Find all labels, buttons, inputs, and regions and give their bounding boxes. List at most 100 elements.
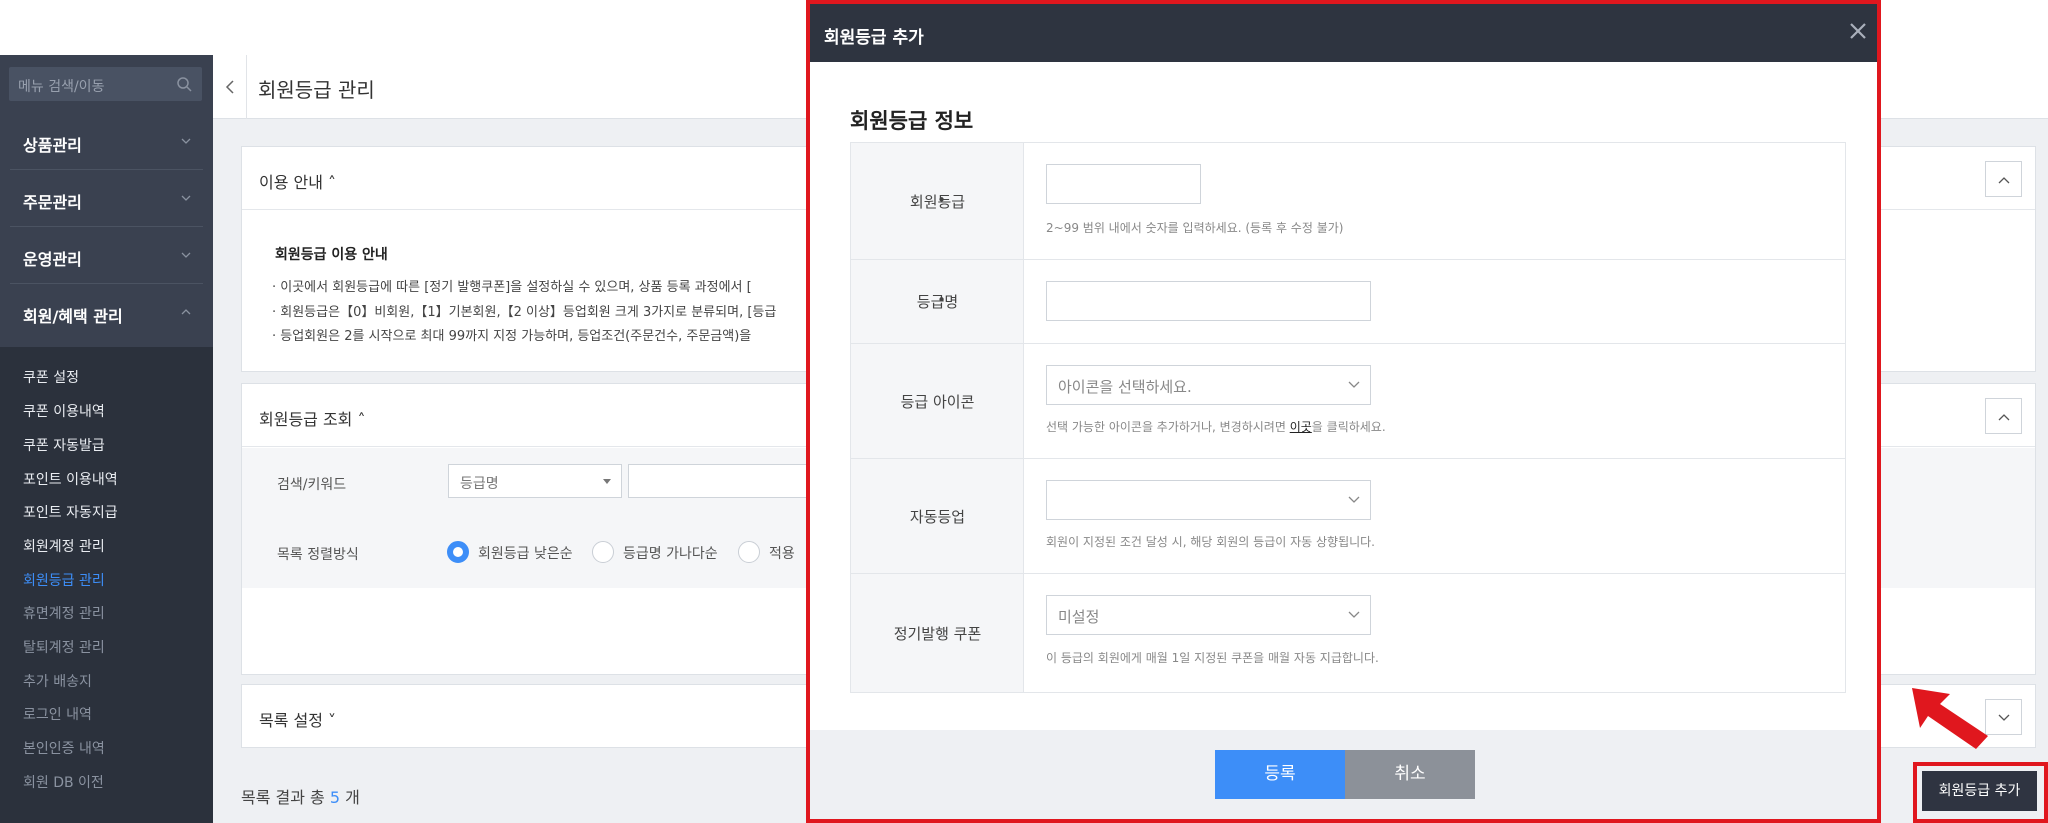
icon-label: 등급 아이콘 bbox=[900, 393, 975, 411]
modal-footer: 등록 취소 bbox=[810, 730, 1877, 819]
auto-upgrade-label: 자동등업 bbox=[909, 508, 966, 526]
sidebar-item-label: 상품관리 bbox=[23, 136, 82, 155]
grade-form: 회원등급 • 2~99 범위 내에서 숫자를 입력하세요. (등록 후 수정 불가… bbox=[850, 142, 1846, 693]
sidebar-item-label: 운영관리 bbox=[23, 250, 82, 269]
keyword-input[interactable] bbox=[628, 464, 808, 498]
modal-title: 회원등급 추가 bbox=[824, 28, 924, 48]
modal-header: 회원등급 추가 bbox=[810, 4, 1877, 62]
sidebar-subitem-coupon-history[interactable]: 쿠폰 이용내역 bbox=[23, 401, 105, 421]
icon-help-after: 을 클릭하세요. bbox=[1311, 420, 1386, 434]
auto-upgrade-select[interactable] bbox=[1046, 480, 1371, 520]
form-label-cell: 정기발행 쿠폰 bbox=[851, 574, 1024, 692]
guide-line: · 회원등급은【0】비회원,【1】기본회원,【2 이상】등업회원 크게 3가지로… bbox=[272, 305, 777, 320]
required-mark: • bbox=[937, 191, 946, 209]
list-settings-title: 목록 설정 ˅ bbox=[259, 711, 337, 730]
register-button[interactable]: 등록 bbox=[1215, 750, 1345, 799]
form-row-name: 등급명 • bbox=[851, 260, 1845, 344]
sidebar-item-members[interactable]: 회원/혜택 관리 bbox=[10, 284, 203, 341]
sidebar-subitem-coupon-auto[interactable]: 쿠폰 자동발급 bbox=[23, 435, 105, 455]
list-settings-toggle-button[interactable] bbox=[1985, 699, 2022, 735]
chevron-down-icon bbox=[181, 138, 191, 144]
sort-label: 목록 정렬방식 bbox=[277, 547, 359, 563]
keyword-label: 검색/키워드 bbox=[277, 477, 347, 493]
search-panel-toggle-button[interactable] bbox=[1985, 398, 2022, 434]
sidebar-item-label: 회원/혜택 관리 bbox=[23, 307, 123, 326]
coupon-select-value: 미설정 bbox=[1058, 608, 1100, 626]
sidebar-subitem-point-history[interactable]: 포인트 이용내역 bbox=[23, 469, 118, 489]
chevron-up-icon bbox=[181, 309, 191, 315]
sidebar: 메뉴 검색/이동 상품관리 주문관리 운영관리 회원/혜택 관리 쿠폰 설정 쿠… bbox=[0, 55, 213, 823]
sidebar-submenu: 쿠폰 설정 쿠폰 이용내역 쿠폰 자동발급 포인트 이용내역 포인트 자동지급 … bbox=[0, 347, 213, 823]
chevron-down-icon bbox=[1998, 714, 2010, 721]
sidebar-subitem-login-history[interactable]: 로그인 내역 bbox=[23, 704, 92, 724]
sidebar-subitem-extra-address[interactable]: 추가 배송지 bbox=[23, 671, 92, 691]
sidebar-subitem-member-accounts[interactable]: 회원계정 관리 bbox=[23, 536, 105, 556]
search-icon[interactable] bbox=[176, 76, 192, 92]
result-suffix: 개 bbox=[340, 788, 360, 807]
chevron-down-icon bbox=[1348, 381, 1360, 388]
sidebar-subitem-withdrawn-accounts[interactable]: 탈퇴계정 관리 bbox=[23, 637, 105, 657]
sort-option-label: 등급명 가나다순 bbox=[623, 546, 718, 562]
search-panel-title: 회원등급 조회 ˄ bbox=[259, 410, 366, 429]
sidebar-subitem-point-auto[interactable]: 포인트 자동지급 bbox=[23, 502, 118, 522]
chevron-left-icon bbox=[225, 80, 234, 94]
grade-number-input[interactable] bbox=[1046, 164, 1201, 204]
menu-search-input[interactable]: 메뉴 검색/이동 bbox=[9, 67, 202, 101]
guide-panel-title: 이용 안내 ˄ bbox=[259, 173, 337, 192]
add-grade-button[interactable]: 회원등급 추가 bbox=[1922, 771, 2037, 811]
sidebar-subitem-member-grades[interactable]: 회원등급 관리 bbox=[23, 570, 105, 590]
cancel-button[interactable]: 취소 bbox=[1345, 750, 1475, 799]
coupon-help-text: 이 등급의 회원에게 매월 1일 지정된 쿠폰을 매월 자동 지급합니다. bbox=[1046, 651, 1379, 665]
icon-help-before: 선택 가능한 아이콘을 추가하거나, 변경하시려면 bbox=[1046, 420, 1290, 434]
radio-unchecked[interactable] bbox=[738, 541, 760, 563]
auto-upgrade-help-text: 회원이 지정된 조건 달성 시, 해당 회원의 등급이 자동 상향됩니다. bbox=[1046, 535, 1376, 549]
guide-panel-toggle-button[interactable] bbox=[1985, 161, 2022, 197]
sort-option-label: 적용 bbox=[769, 546, 795, 562]
page-title: 회원등급 관리 bbox=[258, 78, 375, 102]
add-grade-modal: 회원등급 추가 회원등급 정보 회원등급 • 2~99 범위 내에서 숫자를 입력… bbox=[806, 0, 1881, 823]
form-label-cell: 등급 아이콘 bbox=[851, 344, 1024, 458]
guide-line: · 등업회원은 2를 시작으로 최대 99까지 지정 가능하며, 등업조건(주문… bbox=[272, 329, 752, 344]
radio-checked[interactable] bbox=[447, 541, 469, 563]
keyword-type-value: 등급명 bbox=[460, 476, 499, 492]
chevron-down-icon bbox=[181, 252, 191, 258]
guide-heading: 회원등급 이용 안내 bbox=[275, 247, 388, 263]
sidebar-subitem-member-db-migration[interactable]: 회원 DB 이전 bbox=[23, 772, 104, 792]
icon-settings-link[interactable]: 이곳 bbox=[1290, 420, 1312, 434]
radio-unchecked[interactable] bbox=[592, 541, 614, 563]
form-row-icon: 등급 아이콘 아이콘을 선택하세요. 선택 가능한 아이콘을 추가하거나, 변경… bbox=[851, 344, 1845, 459]
red-arrow-icon bbox=[1912, 688, 1988, 749]
sidebar-menu: 상품관리 주문관리 운영관리 회원/혜택 관리 bbox=[0, 113, 213, 341]
chevron-down-icon bbox=[1348, 496, 1360, 503]
chevron-down-icon bbox=[181, 195, 191, 201]
chevron-down-icon bbox=[1348, 611, 1360, 618]
form-row-coupon: 정기발행 쿠폰 미설정 이 등급의 회원에게 매월 1일 지정된 쿠폰을 매월 … bbox=[851, 574, 1845, 692]
sidebar-subitem-verification-history[interactable]: 본인인증 내역 bbox=[23, 738, 105, 758]
chevron-up-icon bbox=[1998, 177, 2010, 184]
sidebar-subitem-dormant-accounts[interactable]: 휴면계정 관리 bbox=[23, 603, 105, 623]
close-icon[interactable] bbox=[1847, 20, 1869, 42]
menu-search-placeholder: 메뉴 검색/이동 bbox=[18, 79, 105, 95]
form-label-cell: 회원등급 • bbox=[851, 143, 1024, 259]
required-mark: • bbox=[937, 291, 946, 309]
keyword-type-select[interactable]: 등급명 bbox=[448, 464, 622, 498]
sidebar-item-orders[interactable]: 주문관리 bbox=[10, 170, 203, 227]
guide-line: · 이곳에서 회원등급에 따른 [정기 발행쿠폰]을 설정하실 수 있으며, 상… bbox=[272, 280, 752, 295]
grade-icon-select[interactable]: 아이콘을 선택하세요. bbox=[1046, 365, 1371, 405]
grade-name-input[interactable] bbox=[1046, 281, 1371, 321]
sidebar-item-products[interactable]: 상품관리 bbox=[10, 113, 203, 170]
result-prefix: 목록 결과 총 bbox=[241, 788, 330, 807]
caret-down-icon bbox=[603, 479, 611, 484]
form-label-cell: 등급명 • bbox=[851, 260, 1024, 343]
result-number: 5 bbox=[329, 788, 341, 807]
sidebar-subitem-coupon-settings[interactable]: 쿠폰 설정 bbox=[23, 367, 79, 387]
icon-help-text: 선택 가능한 아이콘을 추가하거나, 변경하시려면 이곳을 클릭하세요. bbox=[1046, 418, 1386, 435]
coupon-select[interactable]: 미설정 bbox=[1046, 595, 1371, 635]
sidebar-item-operations[interactable]: 운영관리 bbox=[10, 227, 203, 284]
sidebar-item-label: 주문관리 bbox=[23, 193, 82, 212]
result-count: 목록 결과 총 5 개 bbox=[241, 784, 360, 808]
modal-section-title: 회원등급 정보 bbox=[850, 109, 974, 133]
sidebar-collapse-button[interactable] bbox=[213, 55, 247, 119]
sort-option-label: 회원등급 낮은순 bbox=[478, 546, 573, 562]
grade-help-text: 2~99 범위 내에서 숫자를 입력하세요. (등록 후 수정 불가) bbox=[1046, 221, 1344, 235]
